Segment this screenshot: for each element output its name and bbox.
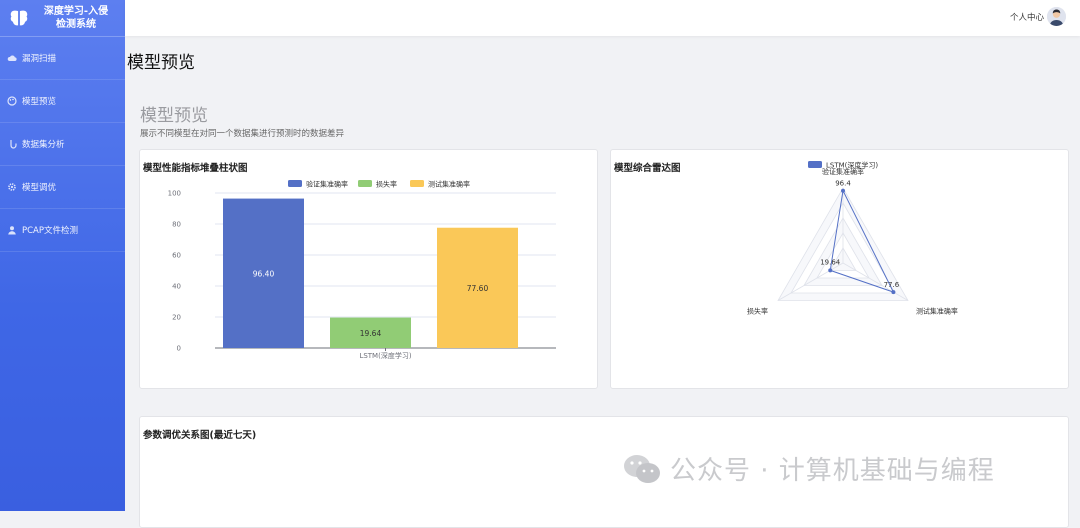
radar-chart-card: 模型综合雷达图 LSTM(深度学习) 验证集准确率 测试集准确率 损失率 96.4 77.… bbox=[610, 149, 1069, 389]
wechat-icon bbox=[624, 454, 660, 483]
brand: 深度学习-入侵 检测系统 bbox=[0, 0, 125, 37]
page-title: 模型预览 bbox=[127, 53, 195, 73]
radar-value-label: 19.64 bbox=[820, 258, 841, 266]
user-icon bbox=[8, 226, 16, 235]
radar-point bbox=[841, 188, 845, 193]
legend-label: 损失率 bbox=[376, 180, 397, 189]
sidebar-item-label: 漏洞扫描 bbox=[22, 54, 57, 64]
data-label: 96.40 bbox=[253, 269, 275, 278]
user-center-link[interactable]: 个人中心 bbox=[1010, 11, 1044, 23]
legend-swatch bbox=[808, 161, 822, 168]
gear-icon bbox=[8, 183, 16, 191]
y-tick-label: 80 bbox=[172, 221, 181, 229]
sidebar-item-label: 模型预览 bbox=[22, 97, 57, 107]
sidebar-item-label: PCAP文件检测 bbox=[22, 226, 79, 236]
y-tick-label: 100 bbox=[168, 190, 181, 198]
legend-label: 验证集准确率 bbox=[306, 180, 348, 189]
brain-icon bbox=[10, 10, 28, 26]
avatar-icon bbox=[1047, 7, 1066, 26]
y-tick-label: 0 bbox=[177, 345, 181, 353]
y-tick-label: 20 bbox=[172, 314, 181, 322]
watermark: 公众号 · 计算机基础与编程 bbox=[622, 450, 995, 487]
legend-swatch bbox=[358, 180, 372, 187]
bar-chart-card: 模型性能指标堆叠柱状图 验证集准确率 损失率 测试集准确率 0 20 40 60 80 100 9… bbox=[139, 149, 598, 389]
radar-indicator-label: 测试集准确率 bbox=[916, 307, 958, 316]
tuning-chart-title: 参数调优关系图(最近七天) bbox=[143, 430, 257, 441]
section-title: 模型预览 bbox=[140, 106, 208, 126]
radar-point bbox=[891, 290, 896, 295]
sidebar-item-dataset-analysis[interactable]: 数据集分析 bbox=[0, 123, 125, 166]
sidebar-item-label: 数据集分析 bbox=[22, 140, 65, 150]
sidebar-item-vuln-scan[interactable]: 漏洞扫描 bbox=[0, 37, 125, 80]
y-tick-label: 60 bbox=[172, 252, 181, 260]
cloud-icon bbox=[7, 55, 17, 62]
x-tick-label: LSTM(深度学习) bbox=[359, 351, 411, 360]
radar-indicator-label: 损失率 bbox=[747, 307, 768, 316]
avatar[interactable] bbox=[1047, 7, 1066, 26]
legend-swatch bbox=[410, 180, 424, 187]
watermark-text: 公众号 · 计算机基础与编程 bbox=[670, 456, 995, 486]
data-label: 77.60 bbox=[467, 284, 489, 293]
radar-indicator-label: 验证集准确率 bbox=[822, 167, 864, 176]
section-description: 展示不同模型在对同一个数据集进行预测时的数据差异 bbox=[140, 129, 345, 139]
radar-point bbox=[828, 268, 833, 273]
sidebar-item-pcap-detection[interactable]: PCAP文件检测 bbox=[0, 209, 125, 252]
bar-chart: 验证集准确率 损失率 测试集准确率 0 20 40 60 80 100 96.40 19.64 77.… bbox=[168, 180, 556, 360]
palette-icon bbox=[7, 96, 17, 106]
radar-value-label: 96.4 bbox=[835, 180, 851, 188]
legend-swatch bbox=[288, 180, 302, 187]
y-tick-label: 40 bbox=[172, 283, 181, 291]
top-bar: 个人中心 bbox=[125, 0, 1080, 36]
app-title: 深度学习-入侵 检测系统 bbox=[36, 5, 116, 31]
sidebar: 深度学习-入侵 检测系统 漏洞扫描 模型预览 数据集分析 模型调优 PCAP文件… bbox=[0, 0, 125, 511]
radar-chart: LSTM(深度学习)验证集准确率测试集准确率损失率96.477.619.64 bbox=[747, 161, 958, 316]
hand-icon bbox=[10, 140, 17, 149]
sidebar-item-label: 模型调优 bbox=[22, 183, 57, 193]
legend-label: 测试集准确率 bbox=[428, 180, 470, 189]
radar-value-label: 77.6 bbox=[884, 281, 900, 289]
sidebar-item-model-preview[interactable]: 模型预览 bbox=[0, 80, 125, 123]
data-label: 19.64 bbox=[360, 329, 382, 338]
app-title-line2: 检测系统 bbox=[56, 19, 96, 30]
app-title-line1: 深度学习-入侵 bbox=[43, 6, 109, 17]
sidebar-item-model-tuning[interactable]: 模型调优 bbox=[0, 166, 125, 209]
